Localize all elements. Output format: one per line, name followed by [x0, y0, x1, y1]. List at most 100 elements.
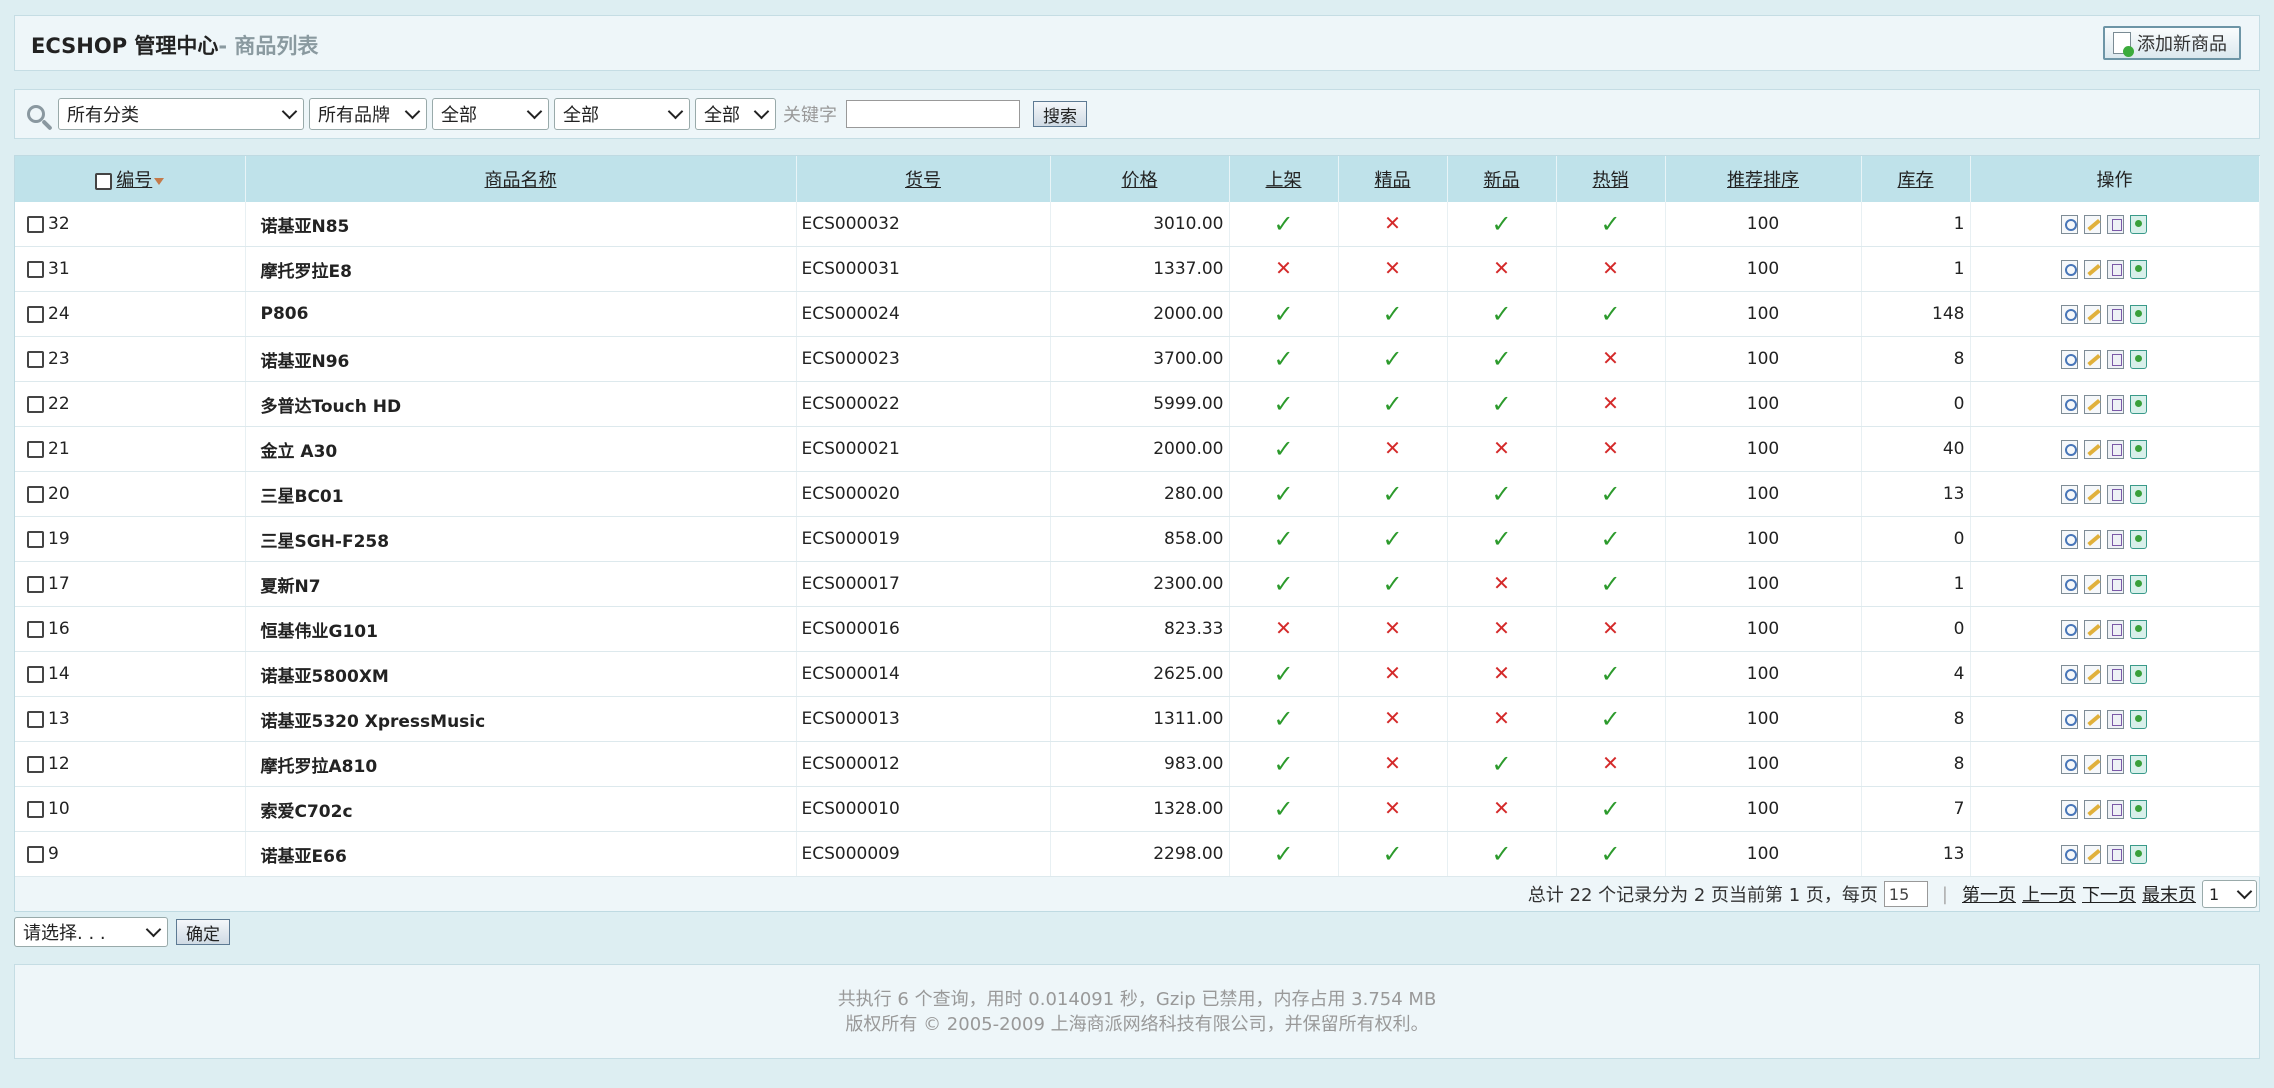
- hot-toggle[interactable]: ✓: [1556, 291, 1666, 337]
- on-sale-toggle[interactable]: ✓: [1229, 426, 1339, 472]
- trash-icon[interactable]: [2129, 529, 2147, 549]
- col-id-label[interactable]: 编号: [116, 170, 152, 191]
- copy-icon[interactable]: [2106, 799, 2124, 819]
- goods-name[interactable]: 夏新N7: [245, 561, 797, 607]
- stock[interactable]: 1: [1861, 246, 1971, 292]
- new-toggle[interactable]: ✕: [1447, 651, 1557, 697]
- stock[interactable]: 13: [1861, 831, 1971, 877]
- col-id[interactable]: 编号: [15, 156, 246, 202]
- sort-order[interactable]: 100: [1665, 336, 1862, 382]
- hot-toggle[interactable]: ✓: [1556, 516, 1666, 562]
- edit-icon[interactable]: [2083, 304, 2101, 324]
- on-sale-toggle[interactable]: ✓: [1229, 561, 1339, 607]
- view-icon[interactable]: [2060, 799, 2078, 819]
- view-icon[interactable]: [2060, 709, 2078, 729]
- goods-name[interactable]: 诺基亚N85: [245, 202, 797, 247]
- goods-sn[interactable]: ECS000020: [796, 471, 1051, 517]
- on-sale-toggle[interactable]: ✓: [1229, 202, 1339, 247]
- sort-order[interactable]: 100: [1665, 426, 1862, 472]
- edit-icon[interactable]: [2083, 619, 2101, 639]
- edit-icon[interactable]: [2083, 349, 2101, 369]
- best-toggle[interactable]: ✕: [1338, 606, 1448, 652]
- stock[interactable]: 8: [1861, 696, 1971, 742]
- view-icon[interactable]: [2060, 754, 2078, 774]
- new-toggle[interactable]: ✕: [1447, 696, 1557, 742]
- row-checkbox[interactable]: [27, 710, 44, 728]
- new-toggle[interactable]: ✓: [1447, 381, 1557, 427]
- edit-icon[interactable]: [2083, 574, 2101, 594]
- row-checkbox[interactable]: [27, 665, 44, 683]
- col-name-label[interactable]: 商品名称: [485, 170, 557, 191]
- view-icon[interactable]: [2060, 214, 2078, 234]
- trash-icon[interactable]: [2129, 574, 2147, 594]
- row-checkbox[interactable]: [27, 800, 44, 818]
- goods-name[interactable]: 金立 A30: [245, 426, 797, 472]
- goods-name[interactable]: 摩托罗拉A810: [245, 741, 797, 787]
- goods-price[interactable]: 2298.00: [1050, 831, 1230, 877]
- goods-name[interactable]: P806: [245, 291, 797, 337]
- goods-price[interactable]: 983.00: [1050, 741, 1230, 787]
- sort-order[interactable]: 100: [1665, 786, 1862, 832]
- stock[interactable]: 148: [1861, 291, 1971, 337]
- on-sale-toggle[interactable]: ✓: [1229, 786, 1339, 832]
- best-toggle[interactable]: ✕: [1338, 696, 1448, 742]
- goods-price[interactable]: 858.00: [1050, 516, 1230, 562]
- col-sn[interactable]: 货号: [796, 156, 1051, 202]
- new-toggle[interactable]: ✓: [1447, 471, 1557, 517]
- sort-order[interactable]: 100: [1665, 381, 1862, 427]
- col-new-label[interactable]: 新品: [1484, 170, 1520, 191]
- col-on-sale[interactable]: 上架: [1229, 156, 1339, 202]
- goods-name[interactable]: 诺基亚5320 XpressMusic: [245, 696, 797, 742]
- goods-sn[interactable]: ECS000023: [796, 336, 1051, 382]
- trash-icon[interactable]: [2129, 304, 2147, 324]
- add-goods-button[interactable]: 添加新商品: [2103, 26, 2241, 60]
- row-checkbox[interactable]: [27, 305, 44, 323]
- sort-order[interactable]: 100: [1665, 831, 1862, 877]
- hot-toggle[interactable]: ✓: [1556, 202, 1666, 247]
- col-stock-label[interactable]: 库存: [1898, 170, 1934, 191]
- hot-toggle[interactable]: ✓: [1556, 561, 1666, 607]
- stock[interactable]: 40: [1861, 426, 1971, 472]
- row-checkbox[interactable]: [27, 845, 44, 863]
- hot-toggle[interactable]: ✕: [1556, 246, 1666, 292]
- best-toggle[interactable]: ✓: [1338, 561, 1448, 607]
- col-best-label[interactable]: 精品: [1375, 170, 1411, 191]
- copy-icon[interactable]: [2106, 259, 2124, 279]
- best-toggle[interactable]: ✕: [1338, 246, 1448, 292]
- col-name[interactable]: 商品名称: [245, 156, 797, 202]
- trash-icon[interactable]: [2129, 664, 2147, 684]
- goods-sn[interactable]: ECS000016: [796, 606, 1051, 652]
- edit-icon[interactable]: [2083, 394, 2101, 414]
- sort-order[interactable]: 100: [1665, 202, 1862, 247]
- stock[interactable]: 4: [1861, 651, 1971, 697]
- col-hot-label[interactable]: 热销: [1593, 170, 1629, 191]
- goods-name[interactable]: 摩托罗拉E8: [245, 246, 797, 292]
- edit-icon[interactable]: [2083, 259, 2101, 279]
- row-checkbox[interactable]: [27, 350, 44, 368]
- edit-icon[interactable]: [2083, 439, 2101, 459]
- batch-action-select[interactable]: 请选择. . .: [14, 917, 168, 947]
- category-select[interactable]: 所有分类: [58, 98, 304, 130]
- goods-price[interactable]: 2625.00: [1050, 651, 1230, 697]
- edit-icon[interactable]: [2083, 754, 2101, 774]
- on-sale-toggle[interactable]: ✓: [1229, 336, 1339, 382]
- keyword-input[interactable]: [846, 100, 1020, 128]
- col-new[interactable]: 新品: [1447, 156, 1557, 202]
- trash-icon[interactable]: [2129, 349, 2147, 369]
- on-sale-toggle[interactable]: ✓: [1229, 516, 1339, 562]
- sort-order[interactable]: 100: [1665, 471, 1862, 517]
- goods-price[interactable]: 280.00: [1050, 471, 1230, 517]
- row-checkbox[interactable]: [27, 530, 44, 548]
- view-icon[interactable]: [2060, 844, 2078, 864]
- view-icon[interactable]: [2060, 259, 2078, 279]
- stock[interactable]: 0: [1861, 606, 1971, 652]
- edit-icon[interactable]: [2083, 664, 2101, 684]
- best-toggle[interactable]: ✓: [1338, 336, 1448, 382]
- goods-sn[interactable]: ECS000021: [796, 426, 1051, 472]
- goods-price[interactable]: 2000.00: [1050, 291, 1230, 337]
- col-on-sale-label[interactable]: 上架: [1266, 170, 1302, 191]
- best-toggle[interactable]: ✕: [1338, 651, 1448, 697]
- sort-order[interactable]: 100: [1665, 606, 1862, 652]
- best-toggle[interactable]: ✓: [1338, 381, 1448, 427]
- hot-toggle[interactable]: ✕: [1556, 336, 1666, 382]
